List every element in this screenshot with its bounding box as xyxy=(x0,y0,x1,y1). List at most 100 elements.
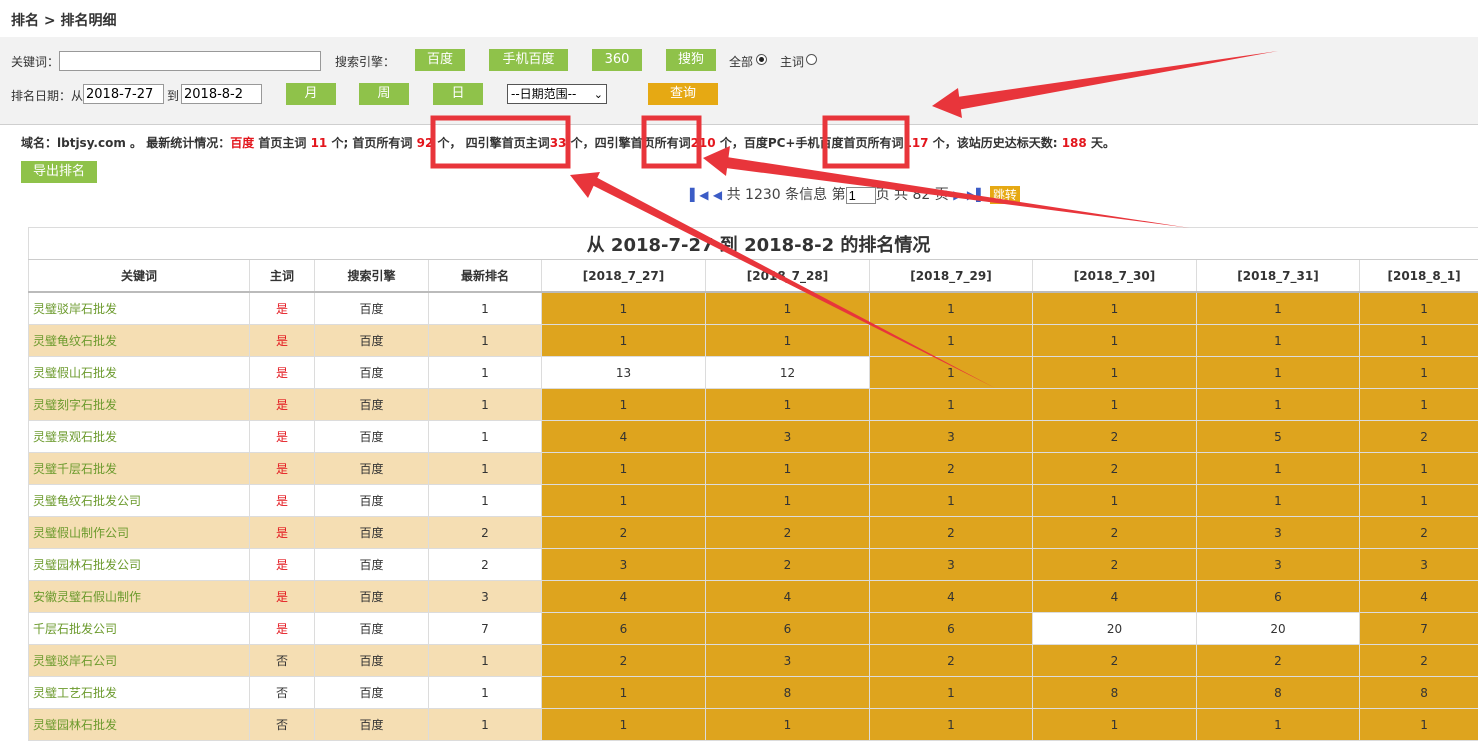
keyword-link[interactable]: 灵璧景观石批发 xyxy=(29,421,250,453)
daily-rank-cell: 3 xyxy=(706,421,870,453)
page-number-input[interactable] xyxy=(846,187,876,204)
main-flag-cell: 是 xyxy=(250,292,315,325)
keyword-link[interactable]: 千层石批发公司 xyxy=(29,613,250,645)
column-header: [2018_8_1] xyxy=(1360,260,1478,293)
period-week-button[interactable]: 周 xyxy=(359,83,409,105)
scope-all-radio[interactable] xyxy=(756,54,767,65)
keyword-link[interactable]: 灵璧千层石批发 xyxy=(29,453,250,485)
daily-rank-cell: 1 xyxy=(1360,292,1478,325)
daily-rank-cell: 1 xyxy=(706,292,870,325)
date-from-input[interactable] xyxy=(83,84,164,104)
daily-rank-cell: 1 xyxy=(706,389,870,421)
keyword-link[interactable]: 灵璧龟纹石批发 xyxy=(29,325,250,357)
stats-text: 个， 四引擎首页主词 xyxy=(433,136,549,150)
keyword-link[interactable]: 灵璧龟纹石批发公司 xyxy=(29,485,250,517)
daily-rank-cell: 1 xyxy=(870,357,1033,389)
next-page-icon[interactable]: ▶ xyxy=(953,188,962,202)
keyword-link[interactable]: 灵璧刻字石批发 xyxy=(29,389,250,421)
jump-button[interactable]: 跳转 xyxy=(990,186,1020,204)
keyword-link[interactable]: 灵璧驳岸石批发 xyxy=(29,292,250,325)
table-row: 灵璧驳岸石批发是百度1111111 xyxy=(29,292,1478,325)
daily-rank-cell: 2 xyxy=(1360,517,1478,549)
daily-rank-cell: 2 xyxy=(870,517,1033,549)
daily-rank-cell: 1 xyxy=(542,325,706,357)
export-ranking-button[interactable]: 导出排名 xyxy=(21,161,97,183)
main-flag-cell: 否 xyxy=(250,709,315,741)
engine-360-button[interactable]: 360 xyxy=(592,49,642,71)
scope-main-label: 主词 xyxy=(780,53,804,70)
period-month-button[interactable]: 月 xyxy=(286,83,336,105)
daily-rank-cell: 1 xyxy=(1033,325,1197,357)
engine-sogou-button[interactable]: 搜狗 xyxy=(666,49,716,71)
keyword-link[interactable]: 灵璧工艺石批发 xyxy=(29,677,250,709)
main-flag-cell: 是 xyxy=(250,581,315,613)
daily-rank-cell: 2 xyxy=(1033,421,1197,453)
keyword-link[interactable]: 安徽灵璧石假山制作 xyxy=(29,581,250,613)
daily-rank-cell: 1 xyxy=(1360,389,1478,421)
keyword-input[interactable] xyxy=(59,51,321,71)
last-page-icon[interactable]: ▶▌ xyxy=(967,188,985,202)
keyword-link[interactable]: 灵璧假山制作公司 xyxy=(29,517,250,549)
latest-rank-cell: 1 xyxy=(429,292,542,325)
daily-rank-cell: 7 xyxy=(1360,613,1478,645)
keyword-link[interactable]: 灵璧假山石批发 xyxy=(29,357,250,389)
date-range-select[interactable]: --日期范围-- ⌄ xyxy=(507,84,607,104)
daily-rank-cell: 1 xyxy=(1197,357,1360,389)
stats-text: 个，该站历史达标天数: xyxy=(929,136,1062,150)
engine-baidu-button[interactable]: 百度 xyxy=(415,49,465,71)
engine-cell: 百度 xyxy=(315,453,429,485)
daily-rank-cell: 2 xyxy=(1197,645,1360,677)
keyword-label: 关键词： xyxy=(11,53,59,70)
daily-rank-cell: 6 xyxy=(870,613,1033,645)
column-header: [2018_7_27] xyxy=(542,260,706,293)
daily-rank-cell: 1 xyxy=(706,325,870,357)
main-flag-cell: 是 xyxy=(250,613,315,645)
latest-rank-cell: 1 xyxy=(429,645,542,677)
daily-rank-cell: 8 xyxy=(1360,677,1478,709)
daily-rank-cell: 1 xyxy=(1033,389,1197,421)
table-row: 灵璧假山制作公司是百度2222232 xyxy=(29,517,1478,549)
main-flag-cell: 是 xyxy=(250,389,315,421)
main-flag-cell: 是 xyxy=(250,357,315,389)
engine-mobile-baidu-button[interactable]: 手机百度 xyxy=(489,49,568,71)
daily-rank-cell: 1 xyxy=(706,453,870,485)
keyword-link[interactable]: 灵璧园林石批发公司 xyxy=(29,549,250,581)
daily-rank-cell: 20 xyxy=(1033,613,1197,645)
table-header-row: 关键词主词搜索引擎最新排名[2018_7_27][2018_7_28][2018… xyxy=(29,260,1478,293)
first-page-icon[interactable]: ▌◀ xyxy=(690,188,708,202)
daily-rank-cell: 8 xyxy=(1197,677,1360,709)
period-day-button[interactable]: 日 xyxy=(433,83,483,105)
date-to-input[interactable] xyxy=(181,84,262,104)
scope-main-radio[interactable] xyxy=(806,54,817,65)
stats-four-engine-all-count: 210 xyxy=(691,136,716,150)
daily-rank-cell: 1 xyxy=(1033,292,1197,325)
keyword-link[interactable]: 灵璧园林石批发 xyxy=(29,709,250,741)
query-button[interactable]: 查询 xyxy=(648,83,718,105)
daily-rank-cell: 1 xyxy=(870,677,1033,709)
column-header: [2018_7_29] xyxy=(870,260,1033,293)
engine-cell: 百度 xyxy=(315,357,429,389)
daily-rank-cell: 1 xyxy=(542,389,706,421)
daily-rank-cell: 1 xyxy=(1197,389,1360,421)
daily-rank-cell: 1 xyxy=(542,709,706,741)
daily-rank-cell: 1 xyxy=(870,325,1033,357)
daily-rank-cell: 2 xyxy=(706,549,870,581)
daily-rank-cell: 4 xyxy=(1033,581,1197,613)
engine-cell: 百度 xyxy=(315,645,429,677)
main-flag-cell: 是 xyxy=(250,453,315,485)
stats-history-days: 188 xyxy=(1062,136,1087,150)
daily-rank-cell: 1 xyxy=(706,485,870,517)
latest-rank-cell: 1 xyxy=(429,389,542,421)
engine-cell: 百度 xyxy=(315,389,429,421)
keyword-link[interactable]: 灵璧驳岸石公司 xyxy=(29,645,250,677)
main-flag-cell: 否 xyxy=(250,645,315,677)
daily-rank-cell: 6 xyxy=(706,613,870,645)
prev-page-icon[interactable]: ◀ xyxy=(713,188,722,202)
daily-rank-cell: 1 xyxy=(1360,485,1478,517)
breadcrumb: 排名 > 排名明细 xyxy=(11,10,116,30)
daily-rank-cell: 1 xyxy=(1197,292,1360,325)
daily-rank-cell: 1 xyxy=(706,709,870,741)
daily-rank-cell: 1 xyxy=(1197,325,1360,357)
engine-label: 搜索引擎： xyxy=(335,53,395,70)
engine-cell: 百度 xyxy=(315,517,429,549)
